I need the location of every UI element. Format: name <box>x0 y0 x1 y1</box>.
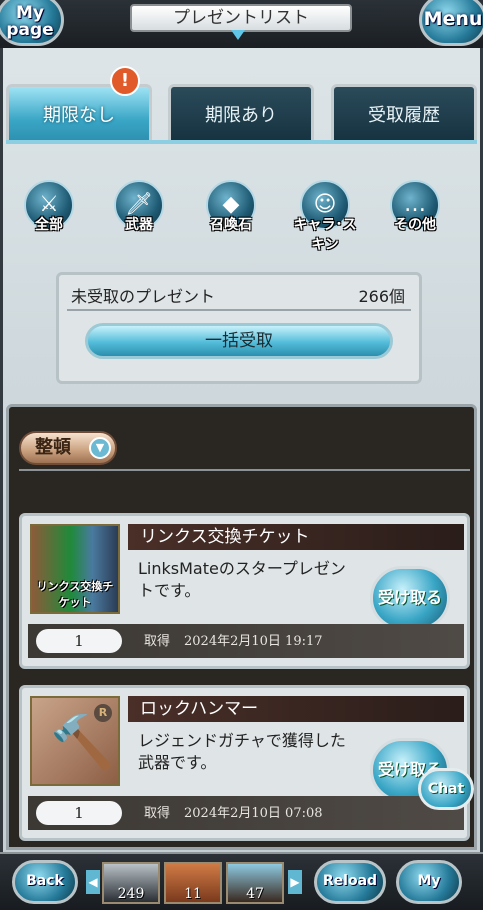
tab-bar: 期限なし ! 期限あり 受取履歴 <box>6 66 477 142</box>
acquired-date: 2024年2月10日 07:08 <box>184 806 323 821</box>
item-description: LinksMateのスタープレゼントです。 <box>138 559 346 600</box>
chat-button[interactable]: Chat <box>418 768 474 810</box>
acquired-info: 取得 2024年2月10日 07:08 <box>144 802 337 821</box>
category-character-skin[interactable]: ☺ キャラ･スキン <box>292 180 358 253</box>
divider <box>19 469 470 471</box>
thumbnail-caption: リンクス交換チケット <box>36 580 114 609</box>
ticket-count-2[interactable]: 11 <box>164 862 222 904</box>
item-quantity: 1 <box>36 801 122 825</box>
category-label: 召喚石 <box>210 217 252 233</box>
acquired-label: 取得 <box>144 806 171 821</box>
list-item: 🔨 R ロックハンマー レジェンドガチャで獲得した武器です。 受け取る 1 取得… <box>19 685 470 841</box>
category-summon[interactable]: ◆ 召喚石 <box>198 180 264 240</box>
title-gem-icon <box>231 30 245 40</box>
mypage-button-top[interactable]: My page <box>0 0 64 46</box>
item-quantity: 1 <box>36 629 122 653</box>
header: My page プレゼントリスト Menu <box>0 0 483 48</box>
footer-bar: Back ◀ 249 11 47 ▶ Reload My page <box>0 852 483 910</box>
sort-button[interactable]: 整頓 ▼ <box>19 431 117 465</box>
receive-button[interactable]: 受け取る <box>370 566 450 630</box>
divider <box>67 309 411 311</box>
menu-button[interactable]: Menu <box>419 0 483 46</box>
unreceived-label: 未受取のプレゼント <box>71 287 216 306</box>
category-weapon[interactable]: 🗡 武器 <box>106 180 172 240</box>
acquired-label: 取得 <box>144 634 171 649</box>
category-label: その他 <box>394 217 436 233</box>
tab-history[interactable]: 受取履歴 <box>331 84 477 142</box>
category-all[interactable]: ⚔ 全部 <box>16 180 82 240</box>
item-meta-bar: 1 取得 2024年2月10日 07:08 <box>28 796 464 830</box>
ticket-count-1[interactable]: 249 <box>102 862 160 904</box>
present-list-panel: 整頓 ▼ リンクス交換チケット リンクス交換チケット LinksMateのスター… <box>6 404 477 850</box>
item-description: レジェンドガチャで獲得した武器です。 <box>138 731 346 772</box>
list-item: リンクス交換チケット リンクス交換チケット LinksMateのスタープレゼント… <box>19 513 470 669</box>
page-title: プレゼントリスト <box>130 4 352 32</box>
category-label: キャラ･スキン <box>293 217 357 253</box>
back-button[interactable]: Back <box>12 860 78 904</box>
reload-button[interactable]: Reload <box>314 860 386 904</box>
unreceived-panel: 未受取のプレゼント 266個 一括受取 <box>56 272 422 384</box>
tab-underline <box>6 140 477 144</box>
tab-with-expiry[interactable]: 期限あり <box>168 84 314 142</box>
ticket-count-3[interactable]: 47 <box>226 862 284 904</box>
alert-badge-icon: ! <box>110 66 140 96</box>
category-label: 武器 <box>125 217 153 233</box>
scroll-left-icon[interactable]: ◀ <box>86 870 100 894</box>
item-name: リンクス交換チケット <box>128 524 464 550</box>
bulk-receive-button[interactable]: 一括受取 <box>85 323 393 359</box>
sort-label: 整頓 <box>35 437 71 458</box>
scroll-right-icon[interactable]: ▶ <box>288 870 302 894</box>
chevron-down-icon: ▼ <box>89 437 111 459</box>
item-meta-bar: 1 取得 2024年2月10日 19:17 <box>28 624 464 658</box>
mypage-button-bottom[interactable]: My page <box>396 860 462 910</box>
unreceived-count: 266個 <box>358 287 405 306</box>
acquired-info: 取得 2024年2月10日 19:17 <box>144 630 337 649</box>
category-label: 全部 <box>35 217 63 233</box>
rarity-badge: R <box>94 704 112 722</box>
acquired-date: 2024年2月10日 19:17 <box>184 634 323 649</box>
item-thumbnail: リンクス交換チケット <box>30 524 120 614</box>
item-thumbnail: 🔨 R <box>30 696 120 786</box>
item-name: ロックハンマー <box>128 696 464 722</box>
category-other[interactable]: … その他 <box>382 180 448 240</box>
